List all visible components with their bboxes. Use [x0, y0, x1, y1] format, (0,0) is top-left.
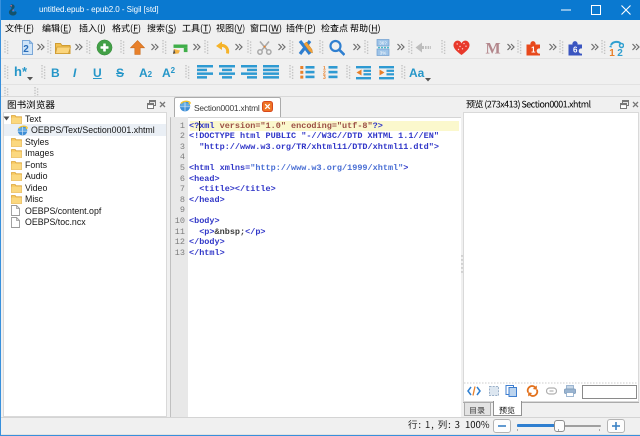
svg-text:3%: 3%	[380, 51, 387, 56]
svg-text:36?: 36?	[379, 41, 387, 46]
svg-text:1: 1	[531, 46, 536, 55]
svg-text:3: 3	[323, 75, 326, 80]
svg-text:1: 1	[609, 48, 615, 56]
svg-text:M: M	[485, 41, 500, 57]
svg-text:2: 2	[617, 48, 623, 56]
svg-text:6: 6	[573, 46, 578, 55]
svg-text:2: 2	[23, 44, 29, 55]
